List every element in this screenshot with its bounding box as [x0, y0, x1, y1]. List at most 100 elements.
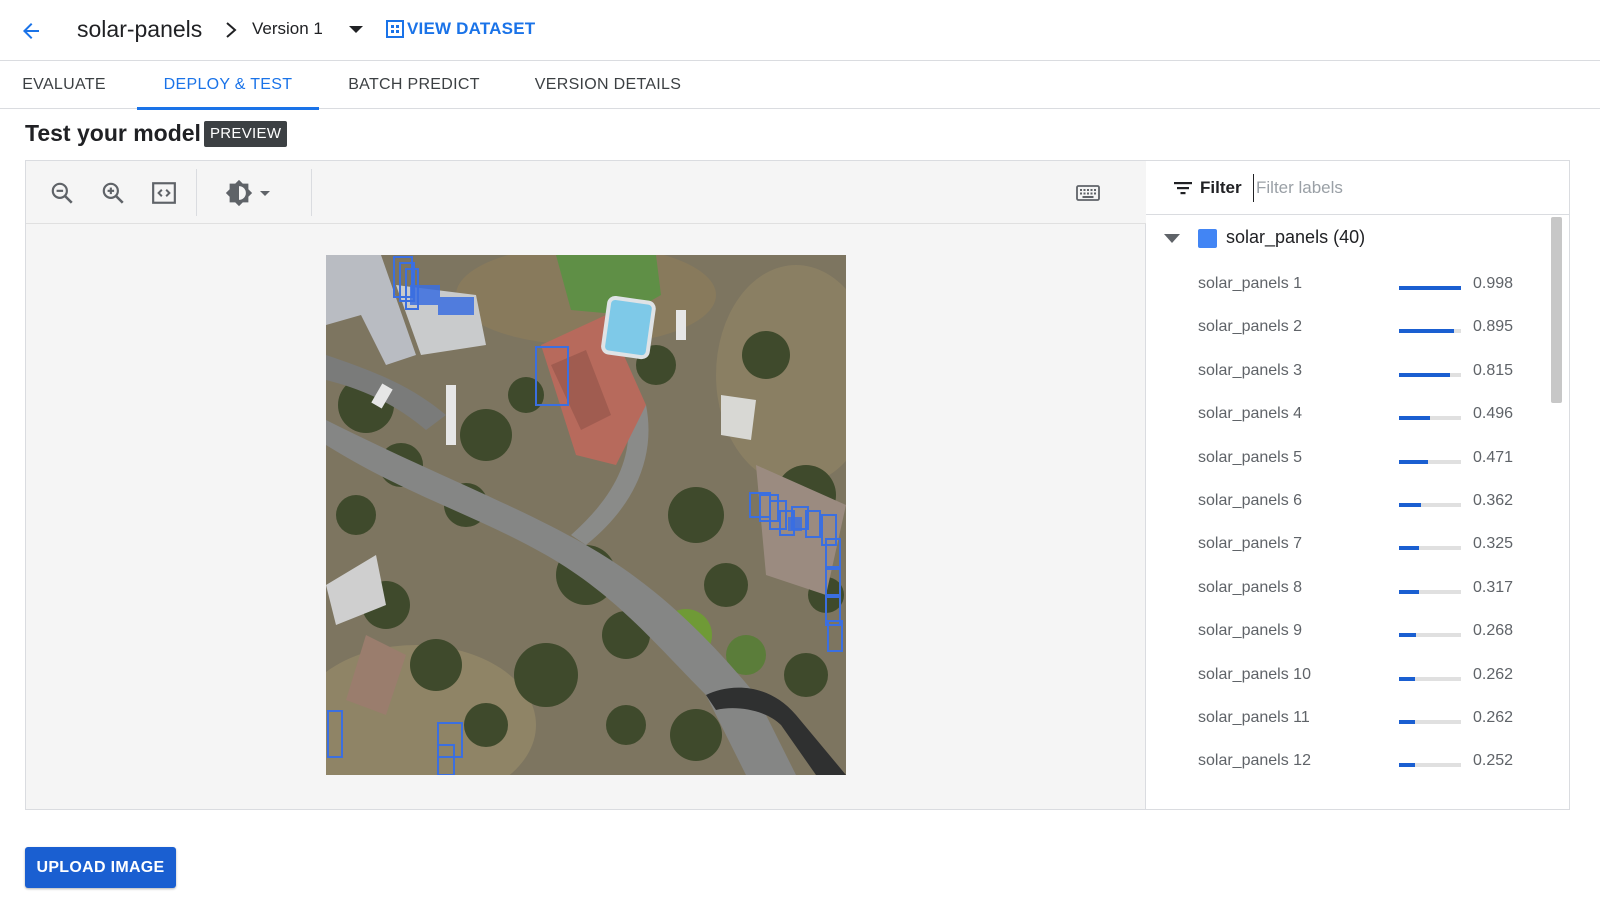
label-name: solar_panels 5: [1198, 448, 1303, 466]
confidence-score: 0.268: [1473, 622, 1514, 640]
aerial-image[interactable]: [326, 255, 846, 775]
confidence-bar-fill: [1399, 459, 1429, 464]
confidence-bar-fill: [1399, 286, 1461, 290]
zoom-out-button[interactable]: [47, 178, 77, 208]
confidence-score: 0.496: [1473, 405, 1514, 423]
label-group-name: solar_panels (40): [1226, 227, 1366, 247]
zoom-in-button[interactable]: [98, 178, 128, 208]
confidence-bar: [1399, 372, 1461, 377]
confidence-bar-fill: [1399, 502, 1422, 507]
filter-icon: [1174, 182, 1192, 195]
label-row[interactable]: solar_panels 2 0.895: [1146, 308, 1546, 351]
label-name: solar_panels 12: [1198, 752, 1311, 770]
collapse-triangle-icon[interactable]: [1164, 234, 1180, 243]
preview-badge: PREVIEW: [204, 121, 288, 147]
view-dataset-link[interactable]: VIEW DATASET: [386, 19, 535, 39]
label-row[interactable]: solar_panels 7 0.325: [1146, 525, 1546, 568]
confidence-score: 0.815: [1473, 361, 1514, 379]
back-button[interactable]: [14, 14, 48, 48]
brightness-icon: [225, 179, 253, 207]
scrollbar-thumb[interactable]: [1551, 217, 1562, 403]
confidence-bar-fill: [1399, 329, 1455, 334]
confidence-bar-fill: [1399, 372, 1450, 377]
version-select[interactable]: Version 1: [252, 19, 363, 39]
confidence-bar-fill: [1399, 546, 1420, 551]
confidence-bar: [1399, 546, 1461, 551]
tab-deploy-test[interactable]: DEPLOY & TEST: [137, 61, 319, 110]
confidence-bar: [1399, 633, 1461, 638]
tab-version-details[interactable]: VERSION DETAILS: [524, 61, 692, 109]
model-name: solar-panels: [77, 16, 203, 42]
confidence-bar-fill: [1399, 416, 1430, 421]
test-workspace: Filter solar_panels (40) solar_panels 10…: [25, 160, 1570, 810]
confidence-bar-fill: [1399, 589, 1419, 594]
confidence-score: 0.262: [1473, 665, 1514, 683]
confidence-bar: [1399, 589, 1461, 594]
fit-to-screen-icon: [152, 182, 176, 204]
label-row[interactable]: solar_panels 8 0.317: [1146, 569, 1546, 612]
confidence-bar-fill: [1399, 763, 1415, 768]
label-row[interactable]: solar_panels 4 0.496: [1146, 395, 1546, 438]
zoom-in-icon: [102, 182, 124, 204]
confidence-score: 0.262: [1473, 708, 1514, 726]
label-name: solar_panels 1: [1198, 275, 1303, 292]
label-row[interactable]: solar_panels 5 0.471: [1146, 439, 1546, 482]
caret-down-icon: [260, 191, 270, 196]
confidence-bar-fill: [1399, 719, 1416, 724]
keyboard-icon: [1076, 185, 1100, 201]
label-name: solar_panels 9: [1198, 622, 1303, 640]
arrow-back-icon: [23, 23, 39, 39]
labels-scrollbar[interactable]: [1550, 217, 1563, 807]
label-list: solar_panels 1 0.998 solar_panels 2 0.895 so…: [1146, 265, 1546, 786]
confidence-bar: [1399, 502, 1461, 507]
confidence-bar: [1399, 459, 1461, 464]
label-color-swatch: [1198, 229, 1217, 248]
label-row[interactable]: solar_panels 6 0.362: [1146, 482, 1546, 525]
label-row[interactable]: solar_panels 1 0.998: [1146, 265, 1546, 308]
label-row[interactable]: solar_panels 3 0.815: [1146, 352, 1546, 395]
tab-evaluate[interactable]: EVALUATE: [0, 61, 128, 109]
viewer-toolbar: [26, 161, 1146, 224]
confidence-score: 0.325: [1473, 535, 1514, 553]
label-name: solar_panels 2: [1198, 318, 1303, 336]
confidence-bar-fill: [1399, 676, 1416, 681]
confidence-bar: [1399, 719, 1461, 724]
confidence-score: 0.252: [1473, 752, 1514, 770]
label-row[interactable]: solar_panels 9 0.268: [1146, 612, 1546, 655]
image-viewer: [26, 161, 1146, 809]
confidence-score: 0.362: [1473, 491, 1514, 509]
confidence-bar: [1399, 416, 1461, 421]
brightness-menu-button[interactable]: [218, 178, 278, 208]
confidence-score: 0.317: [1473, 578, 1514, 596]
label-name: solar_panels 3: [1198, 361, 1303, 379]
toolbar-divider: [311, 169, 312, 216]
caret-down-icon: [348, 25, 363, 33]
label-name: solar_panels 11: [1198, 708, 1310, 726]
top-bar: solar-panels Version 1 VIEW DATASET: [0, 0, 1600, 61]
confidence-bar: [1399, 676, 1461, 681]
tab-bar: EVALUATE DEPLOY & TEST BATCH PREDICT VER…: [0, 61, 1600, 110]
upload-image-button[interactable]: UPLOAD IMAGE: [25, 847, 176, 888]
confidence-score: 0.471: [1473, 448, 1514, 466]
label-row[interactable]: solar_panels 10 0.262: [1146, 656, 1546, 699]
tab-batch-predict[interactable]: BATCH PREDICT: [335, 61, 493, 109]
fit-to-screen-button[interactable]: [149, 178, 179, 208]
toolbar-divider: [196, 169, 197, 216]
label-row[interactable]: solar_panels 11 0.262: [1146, 699, 1546, 742]
label-group-row[interactable]: solar_panels (40): [1146, 219, 1546, 259]
label-row[interactable]: solar_panels 12 0.252: [1146, 742, 1546, 785]
filter-label: Filter: [1200, 178, 1242, 197]
page-title: Test your model: [25, 120, 201, 146]
dataset-icon: [386, 20, 404, 38]
filter-bar: Filter: [1146, 161, 1569, 215]
label-name: solar_panels 4: [1198, 405, 1303, 423]
filter-labels-input[interactable]: [1253, 174, 1533, 202]
label-name: solar_panels 8: [1198, 578, 1303, 596]
labels-panel: Filter solar_panels (40) solar_panels 10…: [1146, 161, 1569, 809]
view-dataset-label: VIEW DATASET: [407, 19, 536, 38]
label-name: solar_panels 6: [1198, 491, 1303, 509]
prediction-canvas: [326, 255, 846, 775]
keyboard-shortcuts-button[interactable]: [1073, 178, 1103, 208]
confidence-bar: [1399, 763, 1461, 768]
confidence-score: 0.895: [1473, 318, 1514, 336]
